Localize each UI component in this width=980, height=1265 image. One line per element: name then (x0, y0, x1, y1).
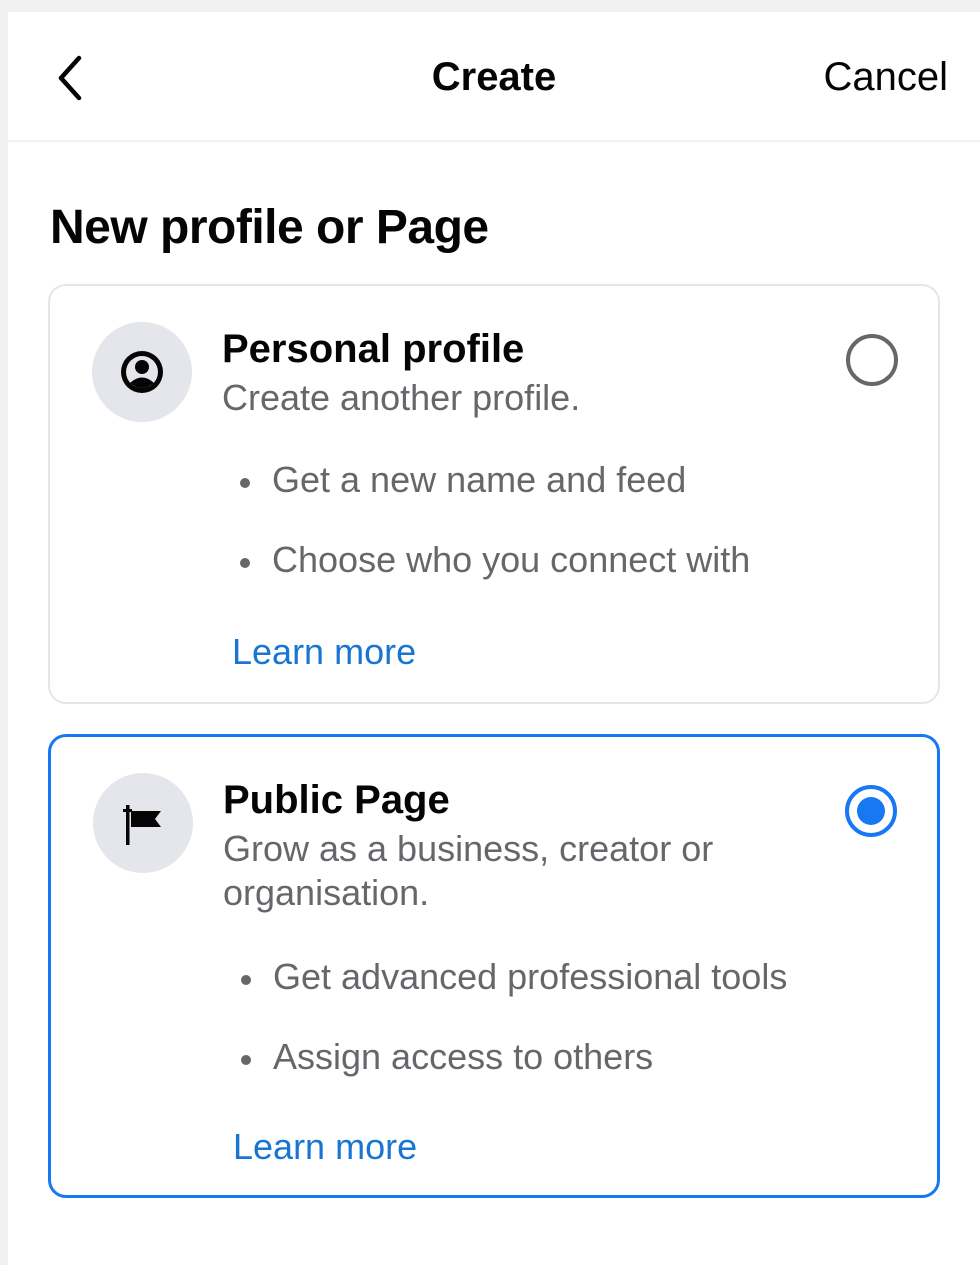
bullet-item: Assign access to others (241, 1035, 787, 1079)
flag-icon (123, 805, 161, 845)
bullet-item: Get a new name and feed (240, 458, 750, 502)
learn-more-link[interactable]: Learn more (232, 630, 416, 674)
public-page-option[interactable]: Public Page Grow as a business, creator … (48, 734, 940, 1198)
option-bullet-list: Get advanced professional tools Assign a… (241, 955, 787, 1115)
option-title: Public Page (223, 778, 450, 822)
option-subtitle: Grow as a business, creator or organisat… (223, 828, 714, 913)
top-navigation-bar: Create Cancel (8, 12, 980, 142)
personal-profile-radio[interactable] (846, 334, 898, 386)
personal-profile-option[interactable]: Personal profile Create another profile.… (48, 284, 940, 704)
create-screen: Create Cancel New profile or Page Person… (8, 12, 980, 1265)
cancel-button[interactable]: Cancel (823, 52, 948, 102)
learn-more-link[interactable]: Learn more (233, 1125, 417, 1169)
bullet-item: Get advanced professional tools (241, 955, 787, 999)
option-title: Personal profile (222, 327, 525, 371)
public-page-icon-container (93, 773, 193, 873)
bullet-item: Choose who you connect with (240, 538, 750, 582)
option-bullet-list: Get a new name and feed Choose who you c… (240, 458, 750, 618)
person-circle-icon (121, 351, 163, 393)
section-heading: New profile or Page (50, 201, 489, 254)
public-page-radio[interactable] (845, 785, 897, 837)
personal-profile-icon-container (92, 322, 192, 422)
option-subtitle: Create another profile. (222, 377, 581, 418)
